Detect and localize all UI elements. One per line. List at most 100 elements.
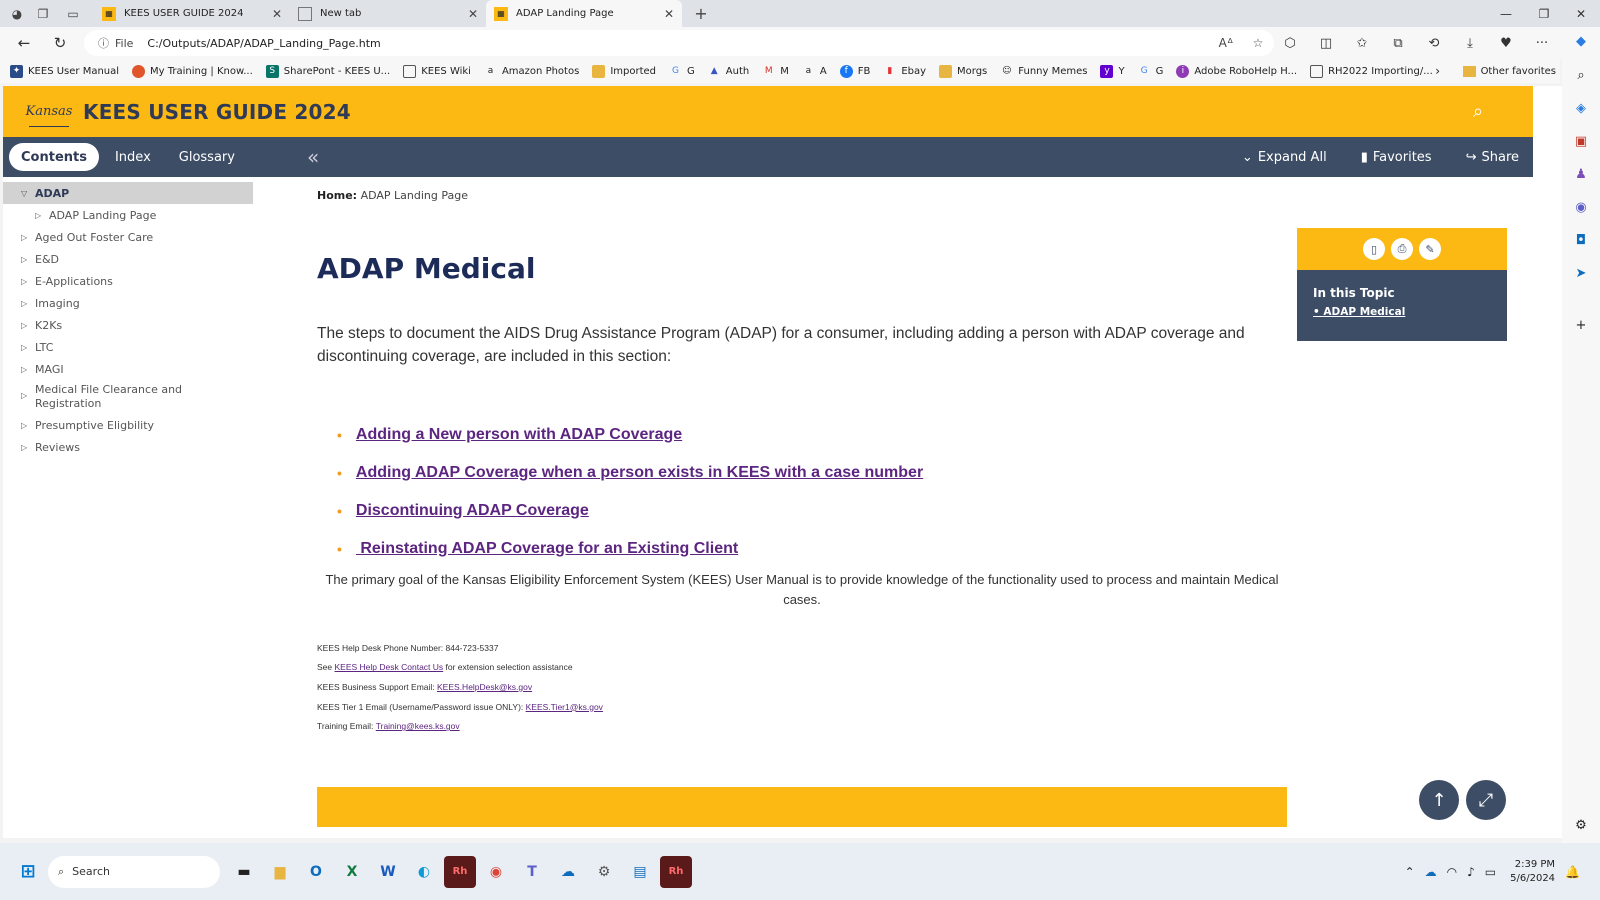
microsoft365-icon[interactable]: ◉: [1562, 193, 1600, 221]
split-screen-icon[interactable]: ◫: [1308, 27, 1344, 59]
close-window-icon[interactable]: ✕: [1562, 0, 1600, 27]
toc-item-adap[interactable]: ▽ ADAP: [3, 182, 253, 204]
collapse-sidebar-icon[interactable]: «: [307, 145, 319, 169]
link-helpdesk-email[interactable]: KEES.HelpDesk@ks.gov: [437, 682, 532, 692]
toc-item-e-applications[interactable]: ▷ E-Applications: [3, 270, 253, 292]
send-icon[interactable]: ➤: [1562, 259, 1600, 287]
read-aloud-icon[interactable]: Aᐞ: [1210, 30, 1242, 56]
downloads-icon[interactable]: ⤓: [1452, 27, 1488, 59]
toc-item-magi[interactable]: ▷ MAGI: [3, 358, 253, 380]
history-icon[interactable]: ⟲: [1416, 27, 1452, 59]
favorite-item[interactable]: ▮ Ebay: [883, 65, 926, 78]
favorite-item[interactable]: a Amazon Photos: [484, 65, 580, 78]
restore-icon[interactable]: ❐: [1525, 0, 1563, 27]
pencil-icon[interactable]: ✎: [1419, 238, 1441, 260]
favorite-item[interactable]: RH2022 Importing/...: [1310, 64, 1433, 78]
onedrive-tray-icon[interactable]: ☁: [1425, 865, 1437, 879]
close-tab-icon[interactable]: ✕: [272, 7, 282, 21]
toc-item-ltc[interactable]: ▷ LTC: [3, 336, 253, 358]
address-bar[interactable]: ⓘ File C:/Outputs/ADAP/ADAP_Landing_Page…: [84, 30, 1274, 56]
robohelp-icon[interactable]: Rh: [444, 855, 476, 888]
scroll-to-top-button[interactable]: ↑: [1419, 780, 1459, 820]
performance-icon[interactable]: ♥: [1488, 27, 1524, 59]
toc-item-k2ks[interactable]: ▷ K2Ks: [3, 314, 253, 336]
shopping-icon[interactable]: ◈: [1562, 94, 1600, 122]
print-icon[interactable]: ⎙: [1391, 238, 1413, 260]
fullscreen-button[interactable]: ⤢: [1466, 780, 1506, 820]
link-discontinue-coverage[interactable]: Discontinuing ADAP Coverage: [356, 502, 589, 520]
chrome-icon[interactable]: ◉: [480, 856, 512, 888]
tab-glossary[interactable]: Glossary: [167, 143, 247, 171]
battery-icon[interactable]: ▭: [1485, 865, 1496, 879]
toc-item-imaging[interactable]: ▷ Imaging: [3, 292, 253, 314]
profile-icon[interactable]: ◕: [6, 3, 28, 25]
favorites-button[interactable]: ▮ Favorites: [1361, 150, 1432, 165]
chevron-up-icon[interactable]: ⌃: [1405, 865, 1415, 879]
favorite-item[interactable]: ✦ KEES User Manual: [10, 64, 119, 78]
outlook-icon[interactable]: O: [300, 856, 332, 888]
copilot-icon[interactable]: ◆: [1562, 27, 1600, 55]
favorite-item[interactable]: ☺ Funny Memes: [1000, 65, 1087, 78]
teams-icon[interactable]: T: [516, 856, 548, 888]
tab-actions-icon[interactable]: ▭: [62, 3, 84, 25]
minimize-icon[interactable]: —: [1487, 0, 1525, 27]
toc-item-aged-out-foster-care[interactable]: ▷ Aged Out Foster Care: [3, 226, 253, 248]
link-tier1-email[interactable]: KEES.Tier1@ks.gov: [526, 702, 603, 712]
favorite-item[interactable]: yY: [1100, 64, 1125, 78]
back-icon[interactable]: ←: [6, 27, 42, 59]
close-tab-icon[interactable]: ✕: [468, 7, 478, 21]
favorite-item[interactable]: Morgs: [939, 64, 987, 78]
onedrive-icon[interactable]: ☁: [552, 856, 584, 888]
settings-more-icon[interactable]: ···: [1524, 27, 1560, 59]
collections-icon[interactable]: ⧉: [1380, 27, 1416, 59]
excel-icon[interactable]: X: [336, 856, 368, 888]
store-icon[interactable]: ▤: [624, 856, 656, 888]
tab-adap-landing-page[interactable]: ▦ ADAP Landing Page ✕: [486, 0, 682, 27]
task-view-icon[interactable]: ▬: [228, 856, 260, 888]
search-icon[interactable]: ⌕: [1562, 61, 1600, 89]
wifi-icon[interactable]: ◠: [1447, 865, 1457, 879]
toc-item-adap-landing-page[interactable]: ▷ ADAP Landing Page: [3, 204, 253, 226]
notification-bell-icon[interactable]: 🔔: [1565, 865, 1580, 879]
favorite-item[interactable]: aA: [802, 65, 827, 78]
breadcrumb-home[interactable]: Home:: [317, 189, 357, 202]
info-icon[interactable]: ⓘ: [98, 35, 109, 51]
tab-index[interactable]: Index: [103, 143, 163, 171]
url-text[interactable]: C:/Outputs/ADAP/ADAP_Landing_Page.htm: [147, 37, 380, 50]
favorite-item[interactable]: S SharePont - KEES U...: [265, 64, 390, 78]
taskbar-search[interactable]: ⌕ Search: [48, 855, 220, 888]
link-reinstate-coverage[interactable]: Reinstating ADAP Coverage for an Existin…: [356, 540, 738, 558]
search-icon[interactable]: ⌕: [1467, 100, 1489, 122]
favorite-item[interactable]: GG: [1138, 65, 1164, 78]
settings-icon[interactable]: ⚙: [588, 856, 620, 888]
favorite-item[interactable]: Imported: [592, 64, 656, 78]
close-tab-icon[interactable]: ✕: [664, 7, 674, 21]
volume-icon[interactable]: ♪: [1467, 865, 1475, 879]
tab-contents[interactable]: Contents: [9, 143, 99, 171]
file-explorer-icon[interactable]: ▆: [264, 856, 296, 888]
link-training-email[interactable]: Training@kees.ks.gov: [376, 721, 460, 731]
games-icon[interactable]: ♟: [1562, 160, 1600, 188]
extensions-icon[interactable]: ⬡: [1272, 27, 1308, 59]
kansas-logo[interactable]: Kansas: [26, 97, 72, 127]
favorite-item[interactable]: KEES Wiki: [403, 64, 471, 78]
outlook-icon[interactable]: ◘: [1562, 226, 1600, 254]
edge-icon[interactable]: ◐: [408, 856, 440, 888]
favorite-item[interactable]: i Adobe RoboHelp H...: [1176, 64, 1297, 78]
workspaces-icon[interactable]: ❐: [32, 3, 54, 25]
other-favorites[interactable]: Other favorites: [1462, 65, 1556, 77]
sidebar-settings-icon[interactable]: ⚙: [1562, 811, 1600, 839]
favorite-item[interactable]: ▲ Auth: [708, 65, 749, 78]
tab-new-tab[interactable]: New tab ✕: [290, 0, 486, 27]
favorite-item[interactable]: MM: [762, 65, 789, 78]
favorite-item[interactable]: My Training | Know...: [132, 64, 253, 78]
toc-item-reviews[interactable]: ▷ Reviews: [3, 436, 253, 458]
favorite-star-icon[interactable]: ☆: [1242, 30, 1274, 56]
favorites-icon[interactable]: ✩: [1344, 27, 1380, 59]
toc-item-presumptive-eligibility[interactable]: ▷ Presumptive Eligbility: [3, 414, 253, 436]
clock[interactable]: 2:39 PM 5/6/2024: [1510, 858, 1555, 886]
windows-start-icon[interactable]: ⊞: [12, 856, 44, 888]
word-icon[interactable]: W: [372, 856, 404, 888]
favorite-item[interactable]: f FB: [839, 64, 870, 78]
tab-kees-user-guide[interactable]: ▦ KEES USER GUIDE 2024 ✕: [94, 0, 290, 27]
